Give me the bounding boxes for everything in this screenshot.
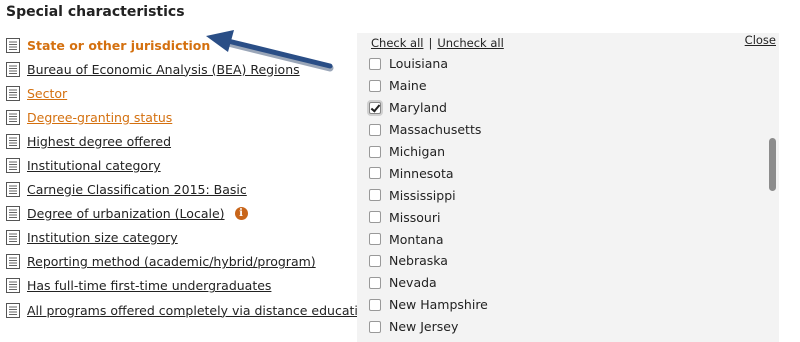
state-label: Louisiana — [389, 56, 449, 72]
list-item: Institutional category — [6, 153, 351, 177]
state-label: Maryland — [389, 100, 447, 116]
document-icon — [6, 254, 20, 270]
uncheck-all-link[interactable]: Uncheck all — [437, 36, 503, 50]
characteristic-link[interactable]: Degree of urbanization (Locale) — [27, 206, 225, 221]
document-icon — [6, 109, 20, 125]
checkbox[interactable] — [369, 189, 381, 202]
state-checkbox-list: Louisiana Maine Maryland Massachusetts Michi… — [369, 53, 488, 338]
state-option[interactable]: Nebraska — [369, 250, 488, 272]
characteristic-link[interactable]: Institutional category — [27, 158, 161, 173]
document-icon — [6, 61, 20, 77]
state-option[interactable]: Missouri — [369, 206, 488, 228]
characteristic-link[interactable]: Reporting method (academic/hybrid/progra… — [27, 254, 316, 269]
characteristic-link[interactable]: Highest degree offered — [27, 134, 171, 149]
characteristics-list: State or other jurisdiction Bureau of Eco… — [6, 33, 373, 322]
info-icon[interactable]: i — [234, 207, 248, 221]
state-label: Nevada — [389, 275, 437, 291]
state-option[interactable]: Massachusetts — [369, 119, 488, 141]
state-option[interactable]: Maryland — [369, 97, 488, 119]
document-icon — [6, 158, 20, 174]
characteristic-link[interactable]: Institution size category — [27, 230, 178, 245]
section-heading: Special characteristics — [6, 4, 185, 20]
checkbox[interactable] — [369, 167, 381, 180]
state-label: Maine — [389, 78, 427, 94]
state-label: Mississippi — [389, 187, 456, 203]
checkbox[interactable] — [369, 298, 381, 311]
state-label: New Hampshire — [389, 297, 488, 313]
state-option[interactable]: Louisiana — [369, 53, 488, 75]
state-label: Missouri — [389, 209, 441, 225]
state-label: Nebraska — [389, 253, 448, 269]
document-icon — [6, 182, 20, 198]
list-item: Highest degree offered — [6, 129, 351, 153]
panel-scrollbar-thumb[interactable] — [769, 138, 776, 191]
state-selection-panel: Check all | Uncheck all Close Louisiana Mai… — [357, 33, 779, 342]
characteristic-link[interactable]: All programs offered completely via dist… — [27, 303, 373, 318]
characteristic-link[interactable]: Degree-granting status — [27, 110, 172, 125]
close-link[interactable]: Close — [745, 33, 776, 47]
checkbox[interactable] — [369, 276, 381, 289]
checkbox[interactable] — [369, 211, 381, 224]
list-item: Reporting method (academic/hybrid/progra… — [6, 250, 351, 274]
state-option[interactable]: Michigan — [369, 141, 488, 163]
characteristic-link[interactable]: Has full-time first-time undergraduates — [27, 278, 271, 293]
characteristic-link[interactable]: State or other jurisdiction — [27, 38, 210, 53]
annotation-arrow — [206, 30, 334, 72]
panel-toolbar: Check all | Uncheck all — [371, 36, 504, 50]
checkbox-checked[interactable] — [369, 101, 381, 114]
state-option[interactable]: New Hampshire — [369, 294, 488, 316]
list-item: Carnegie Classification 2015: Basic — [6, 178, 351, 202]
state-option[interactable]: Mississippi — [369, 184, 488, 206]
state-option[interactable]: Minnesota — [369, 162, 488, 184]
checkbox[interactable] — [369, 123, 381, 136]
state-label: Minnesota — [389, 165, 454, 181]
checkbox[interactable] — [369, 57, 381, 70]
state-option[interactable]: New Jersey — [369, 316, 488, 338]
checkbox[interactable] — [369, 320, 381, 333]
document-icon — [6, 230, 20, 246]
state-label: Massachusetts — [389, 122, 482, 138]
state-option[interactable]: Montana — [369, 228, 488, 250]
state-option[interactable]: Maine — [369, 75, 488, 97]
check-all-link[interactable]: Check all — [371, 36, 423, 50]
state-option[interactable]: Nevada — [369, 272, 488, 294]
list-item: Has full-time first-time undergraduates — [6, 274, 351, 298]
state-label: Montana — [389, 231, 444, 247]
checkbox[interactable] — [369, 254, 381, 267]
list-item: Sector — [6, 81, 351, 105]
list-item: All programs offered completely via dist… — [6, 298, 373, 322]
document-icon — [6, 133, 20, 149]
document-icon — [6, 37, 20, 53]
state-label: Michigan — [389, 144, 446, 159]
checkbox[interactable] — [369, 145, 381, 158]
document-icon — [6, 302, 20, 318]
toolbar-separator: | — [428, 36, 433, 50]
list-item: Degree of urbanization (Locale) i — [6, 202, 351, 226]
document-icon — [6, 206, 20, 222]
state-label: New Jersey — [389, 319, 459, 335]
document-icon — [6, 85, 20, 101]
list-item: Degree-granting status — [6, 105, 351, 129]
characteristic-link[interactable]: Carnegie Classification 2015: Basic — [27, 182, 247, 197]
characteristic-link[interactable]: Sector — [27, 86, 67, 101]
checkbox[interactable] — [369, 79, 381, 92]
list-item: Institution size category — [6, 226, 351, 250]
checkbox[interactable] — [369, 233, 381, 246]
document-icon — [6, 278, 20, 294]
